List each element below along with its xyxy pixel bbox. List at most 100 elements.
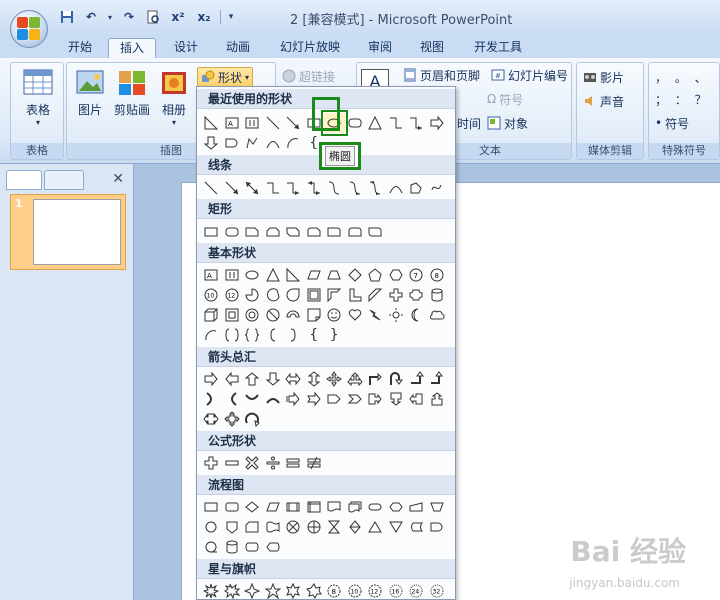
round-same-side-rect-shape[interactable]	[345, 222, 366, 242]
flowchart-summing-junction-shape[interactable]	[283, 517, 304, 537]
bevel-shape[interactable]	[222, 305, 243, 325]
left-right-up-arrow-shape[interactable]	[345, 369, 366, 389]
flowchart-merge-shape[interactable]	[386, 517, 407, 537]
curved-down-arrow-shape[interactable]	[263, 389, 284, 409]
can-shape[interactable]	[427, 285, 448, 305]
pie-shape[interactable]	[242, 285, 263, 305]
right-triangle-shape[interactable]	[283, 265, 304, 285]
rounded-rect-shape[interactable]	[222, 222, 243, 242]
right-arrow-shape[interactable]	[427, 113, 448, 133]
snip-round-rect-shape[interactable]	[304, 222, 325, 242]
multiply-shape[interactable]	[242, 453, 263, 473]
right-arrow-shape[interactable]	[201, 369, 222, 389]
line-shape[interactable]	[263, 113, 284, 133]
right-triangle-shape[interactable]	[201, 113, 222, 133]
double-arrow-line-shape[interactable]	[242, 178, 263, 198]
left-right-arrow-callout-shape[interactable]	[201, 409, 222, 429]
minus-shape[interactable]	[222, 453, 243, 473]
triangle-shape[interactable]	[365, 113, 386, 133]
double-brace-shape[interactable]	[242, 325, 263, 345]
oval-shape[interactable]	[242, 265, 263, 285]
tab-slideshow[interactable]: 幻灯片放映	[270, 38, 350, 58]
star-24-shape[interactable]: 24	[406, 581, 427, 599]
cross-shape[interactable]	[386, 285, 407, 305]
undo-dropdown-icon[interactable]: ▾	[106, 8, 114, 26]
lightning-bolt-shape[interactable]	[365, 305, 386, 325]
flowchart-punched-tape-shape[interactable]	[263, 517, 284, 537]
rectangle-shape[interactable]	[201, 222, 222, 242]
moon-shape[interactable]	[406, 305, 427, 325]
star-10-shape[interactable]: 10	[345, 581, 366, 599]
curved-arrow-connector-shape[interactable]	[345, 178, 366, 198]
dodecagon-shape[interactable]: 12	[222, 285, 243, 305]
textbox-shape[interactable]: A	[222, 113, 243, 133]
left-right-arrow-shape[interactable]	[283, 369, 304, 389]
octagon-shape[interactable]: 8	[427, 265, 448, 285]
down-arrow-shape[interactable]	[201, 133, 222, 153]
heptagon-shape[interactable]: 7	[406, 265, 427, 285]
right-brace-shape[interactable]: }	[324, 325, 345, 345]
triangle-shape[interactable]	[263, 265, 284, 285]
flowchart-multidocument-shape[interactable]	[345, 497, 366, 517]
slide-number-button[interactable]: # 幻灯片编号	[491, 65, 568, 85]
diagonal-stripe-shape[interactable]	[365, 285, 386, 305]
flowchart-display-shape[interactable]	[263, 537, 284, 557]
sun-shape[interactable]	[386, 305, 407, 325]
explosion-2-shape[interactable]	[222, 581, 243, 599]
datetime-button[interactable]: 时间	[457, 113, 481, 133]
left-up-arrow-shape[interactable]	[406, 369, 427, 389]
vertical-textbox-shape[interactable]	[222, 265, 243, 285]
tab-animation[interactable]: 动画	[216, 38, 260, 58]
bent-up-arrow-shape[interactable]	[427, 369, 448, 389]
quad-arrow-callout-shape[interactable]	[222, 409, 243, 429]
quad-arrow-shape[interactable]	[324, 369, 345, 389]
flowchart-decision-shape[interactable]	[242, 497, 263, 517]
flowchart-direct-access-storage-shape[interactable]	[242, 537, 263, 557]
elbow-double-arrow-shape[interactable]	[304, 178, 325, 198]
down-arrow-shape[interactable]	[263, 369, 284, 389]
elbow-connector-shape[interactable]	[386, 113, 407, 133]
movie-button[interactable]: 影片	[583, 67, 624, 87]
star-5-shape[interactable]	[263, 581, 284, 599]
flowchart-preparation-shape[interactable]	[386, 497, 407, 517]
line-shape[interactable]	[201, 178, 222, 198]
tab-developer[interactable]: 开发工具	[462, 38, 534, 58]
flowchart-collate-shape[interactable]	[324, 517, 345, 537]
up-arrow-callout-shape[interactable]	[427, 389, 448, 409]
tab-review[interactable]: 审阅	[358, 38, 402, 58]
tab-view[interactable]: 视图	[410, 38, 454, 58]
elbow-arrow-connector-shape[interactable]	[406, 113, 427, 133]
flowchart-sequential-storage-shape[interactable]	[201, 537, 222, 557]
freeform-shape[interactable]	[242, 133, 263, 153]
diamond-shape[interactable]	[345, 265, 366, 285]
redo-icon[interactable]: ↷	[120, 8, 138, 26]
arrow-line-shape[interactable]	[222, 178, 243, 198]
cloud-shape[interactable]	[427, 305, 448, 325]
elbow-connector-shape[interactable]	[263, 178, 284, 198]
plus-shape[interactable]	[201, 453, 222, 473]
freeform-shape[interactable]	[406, 178, 427, 198]
flowchart-delay-shape[interactable]	[222, 133, 243, 153]
flowchart-predefined-process-shape[interactable]	[283, 497, 304, 517]
snip-same-side-rect-shape[interactable]	[263, 222, 284, 242]
vertical-textbox-shape[interactable]	[242, 113, 263, 133]
striped-right-arrow-shape[interactable]	[283, 389, 304, 409]
curved-double-arrow-shape[interactable]	[365, 178, 386, 198]
bent-arrow-shape[interactable]	[365, 369, 386, 389]
flowchart-extract-shape[interactable]	[365, 517, 386, 537]
textbox-shape[interactable]: A	[201, 265, 222, 285]
header-footer-button[interactable]: 页眉和页脚	[403, 65, 480, 85]
curved-up-arrow-shape[interactable]	[242, 389, 263, 409]
flowchart-stored-data-shape[interactable]	[406, 517, 427, 537]
heart-shape[interactable]	[345, 305, 366, 325]
flowchart-or-shape[interactable]	[304, 517, 325, 537]
flowchart-offpage-connector-shape[interactable]	[222, 517, 243, 537]
trapezoid-shape[interactable]	[324, 265, 345, 285]
slides-tab[interactable]	[6, 170, 42, 190]
curved-connector-shape[interactable]	[324, 178, 345, 198]
snip-corner-rect-shape[interactable]	[242, 222, 263, 242]
rounded-rect-shape[interactable]	[345, 113, 366, 133]
divide-shape[interactable]	[263, 453, 284, 473]
pentagon-arrow-shape[interactable]	[324, 389, 345, 409]
outline-tab[interactable]	[44, 170, 84, 190]
